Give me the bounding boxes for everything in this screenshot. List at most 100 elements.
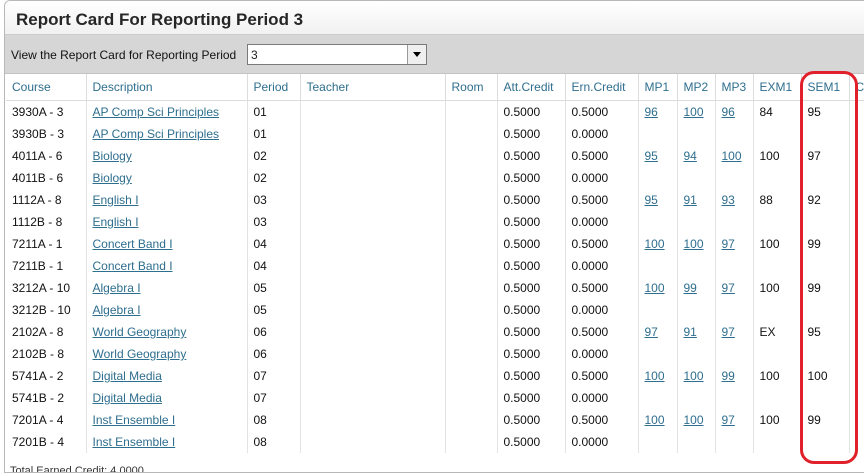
- cell-teacher: [300, 431, 446, 453]
- cell-c: [849, 299, 864, 321]
- cell-att: 0.5000: [497, 233, 566, 255]
- column-header-exm1[interactable]: EXM1: [753, 74, 802, 101]
- cell-mp1: 100: [638, 365, 678, 387]
- grade-link-mp2[interactable]: 100: [684, 413, 704, 427]
- cell-exm1: [753, 123, 802, 145]
- course-description-link[interactable]: Algebra I: [93, 281, 141, 295]
- cell-c: [849, 321, 864, 343]
- grade-link-mp2[interactable]: 94: [684, 149, 697, 163]
- course-description-link[interactable]: Biology: [93, 171, 132, 185]
- cell-ern: 0.5000: [565, 233, 639, 255]
- cell-mp3: [715, 211, 754, 233]
- cell-c: [849, 255, 864, 277]
- column-header-sem1[interactable]: SEM1: [801, 74, 850, 101]
- cell-mp3: [715, 255, 754, 277]
- grade-link-mp2[interactable]: 100: [684, 105, 704, 119]
- column-header-mp3[interactable]: MP3: [715, 74, 754, 101]
- cell-period: 08: [247, 409, 301, 431]
- grade-link-mp1[interactable]: 100: [645, 413, 665, 427]
- course-description-link[interactable]: World Geography: [93, 325, 187, 339]
- column-header-c[interactable]: C: [849, 74, 864, 101]
- course-description-link[interactable]: AP Comp Sci Principles: [93, 105, 220, 119]
- cell-exm1: 100: [753, 145, 802, 167]
- grade-link-mp3[interactable]: 97: [722, 325, 735, 339]
- grade-link-mp1[interactable]: 100: [645, 369, 665, 383]
- cell-course: 7211B - 1: [6, 255, 87, 277]
- course-description-link[interactable]: Digital Media: [93, 391, 162, 405]
- cell-room: [445, 123, 498, 145]
- reporting-period-select[interactable]: 3: [247, 44, 427, 65]
- grade-link-mp2[interactable]: 91: [684, 193, 697, 207]
- grade-link-mp1[interactable]: 97: [645, 325, 658, 339]
- cell-ern: 0.5000: [565, 365, 639, 387]
- grade-link-mp1[interactable]: 95: [645, 149, 658, 163]
- cell-room: [445, 387, 498, 409]
- grade-link-mp1[interactable]: 100: [645, 281, 665, 295]
- cell-mp2: 100: [677, 233, 716, 255]
- dropdown-arrow-icon[interactable]: [407, 45, 426, 64]
- course-description-link[interactable]: English I: [93, 215, 139, 229]
- cell-sem1: 99: [801, 277, 850, 299]
- grade-link-mp2[interactable]: 100: [684, 237, 704, 251]
- grade-link-mp3[interactable]: 97: [722, 413, 735, 427]
- course-description-link[interactable]: Algebra I: [93, 303, 141, 317]
- cell-exm1: EX: [753, 321, 802, 343]
- cell-att: 0.5000: [497, 145, 566, 167]
- table-row: 5741A - 2 Digital Media 07 0.5000 0.5000 100 1…: [6, 365, 864, 387]
- column-header-ern-credit[interactable]: Ern.Credit: [565, 74, 639, 101]
- cell-mp3: 96: [715, 100, 754, 123]
- course-description-link[interactable]: Inst Ensemble I: [93, 435, 176, 449]
- cell-sem1: [801, 343, 850, 365]
- course-description-link[interactable]: Concert Band I: [93, 237, 173, 251]
- table-row: 3212B - 10 Algebra I 05 0.5000 0.0000: [6, 299, 864, 321]
- grade-link-mp1[interactable]: 96: [645, 105, 658, 119]
- cell-room: [445, 233, 498, 255]
- grade-link-mp1[interactable]: 100: [645, 237, 665, 251]
- cell-mp3: [715, 123, 754, 145]
- cell-teacher: [300, 233, 446, 255]
- course-description-link[interactable]: English I: [93, 193, 139, 207]
- grade-link-mp3[interactable]: 97: [722, 237, 735, 251]
- cell-room: [445, 189, 498, 211]
- cell-c: [849, 123, 864, 145]
- grade-link-mp2[interactable]: 91: [684, 325, 697, 339]
- column-header-mp2[interactable]: MP2: [677, 74, 716, 101]
- column-header-teacher[interactable]: Teacher: [300, 74, 446, 101]
- grade-link-mp1[interactable]: 95: [645, 193, 658, 207]
- course-description-link[interactable]: Inst Ensemble I: [93, 413, 176, 427]
- table-body: 3930A - 3 AP Comp Sci Principles 01 0.5000 0…: [6, 100, 864, 453]
- cell-c: [849, 365, 864, 387]
- course-description-link[interactable]: World Geography: [93, 347, 187, 361]
- column-header-course[interactable]: Course: [6, 74, 87, 101]
- course-description-link[interactable]: Biology: [93, 149, 132, 163]
- cell-mp2: [677, 299, 716, 321]
- cell-ern: 0.0000: [565, 343, 639, 365]
- cell-mp3: 97: [715, 321, 754, 343]
- cell-room: [445, 100, 498, 123]
- cell-mp2: [677, 387, 716, 409]
- grade-link-mp3[interactable]: 97: [722, 281, 735, 295]
- course-description-link[interactable]: Digital Media: [93, 369, 162, 383]
- grade-link-mp3[interactable]: 93: [722, 193, 735, 207]
- grade-link-mp2[interactable]: 99: [684, 281, 697, 295]
- grade-link-mp3[interactable]: 96: [722, 105, 735, 119]
- cell-att: 0.5000: [497, 167, 566, 189]
- cell-mp1: [638, 299, 678, 321]
- cell-description: Biology: [86, 145, 248, 167]
- cell-description: English I: [86, 211, 248, 233]
- grade-link-mp2[interactable]: 100: [684, 369, 704, 383]
- cell-ern: 0.5000: [565, 409, 639, 431]
- column-header-room[interactable]: Room: [445, 74, 498, 101]
- course-description-link[interactable]: AP Comp Sci Principles: [93, 127, 220, 141]
- cell-c: [849, 167, 864, 189]
- grade-link-mp3[interactable]: 99: [722, 369, 735, 383]
- cell-course: 2102A - 8: [6, 321, 87, 343]
- column-header-att-credit[interactable]: Att.Credit: [497, 74, 566, 101]
- course-description-link[interactable]: Concert Band I: [93, 259, 173, 273]
- cell-mp2: [677, 123, 716, 145]
- grade-link-mp3[interactable]: 100: [722, 149, 742, 163]
- column-header-period[interactable]: Period: [247, 74, 301, 101]
- column-header-description[interactable]: Description: [86, 74, 248, 101]
- cell-mp1: 95: [638, 145, 678, 167]
- column-header-mp1[interactable]: MP1: [638, 74, 678, 101]
